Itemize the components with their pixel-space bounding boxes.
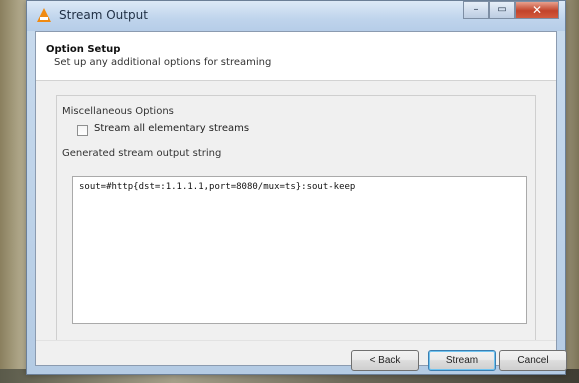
- wizard-header: Option Setup Set up any additional optio…: [36, 32, 556, 81]
- vlc-cone-icon: [37, 8, 51, 22]
- misc-options-label: Miscellaneous Options: [62, 106, 174, 117]
- footer-divider: [36, 340, 556, 341]
- stream-button[interactable]: Stream: [428, 350, 496, 371]
- minimize-button[interactable]: –: [463, 1, 489, 19]
- caption-buttons: – ▭ ✕: [463, 1, 559, 21]
- dialog-client-area: Option Setup Set up any additional optio…: [35, 31, 567, 371]
- options-panel: Miscellaneous Options Stream all element…: [56, 95, 536, 341]
- title-bar[interactable]: Stream Output – ▭ ✕: [27, 1, 565, 31]
- stream-output-string-field[interactable]: sout=#http{dst=:1.1.1.1,port=8080/mux=ts…: [72, 176, 527, 324]
- close-button[interactable]: ✕: [515, 1, 559, 19]
- stream-output-dialog: Stream Output – ▭ ✕ Option Setup Set up …: [26, 0, 567, 375]
- back-button[interactable]: < Back: [351, 350, 419, 371]
- stream-all-label[interactable]: Stream all elementary streams: [94, 123, 249, 134]
- stream-all-checkbox[interactable]: [77, 125, 88, 136]
- generated-string-label: Generated stream output string: [62, 148, 222, 159]
- page-subtitle: Set up any additional options for stream…: [54, 57, 272, 68]
- maximize-button[interactable]: ▭: [489, 1, 515, 19]
- cancel-button[interactable]: Cancel: [499, 350, 567, 371]
- window-title: Stream Output: [59, 8, 148, 22]
- page-title: Option Setup: [46, 44, 121, 55]
